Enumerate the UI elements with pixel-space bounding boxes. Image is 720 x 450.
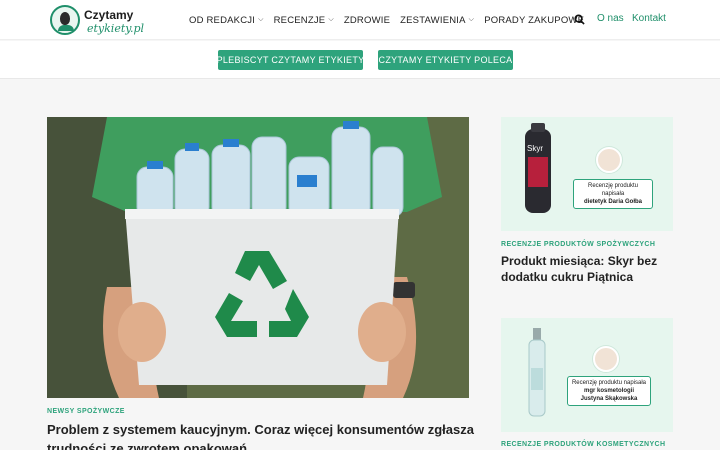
contact-link[interactable]: Kontakt [632,13,666,24]
feature-article-image[interactable] [47,117,469,398]
side-article-image-skyr[interactable]: Skyr Recenzję produktu napisała dietetyk… [501,117,673,231]
side-headline-skyr[interactable]: Produkt miesiąca: Skyr bez dodatku cukru… [501,253,676,285]
side-category[interactable]: RECENZJE PRODUKTÓW SPOŻYWCZYCH [501,241,655,248]
nav-item-porady-zakupowe[interactable]: PORADY ZAKUPOWE [484,13,584,27]
chevron-down-icon: ⌵ [468,16,475,23]
logo-title: Czytamy [84,8,134,22]
badge-line3: Justyna Skąkowska [580,396,638,402]
nav-item-label: ZDROWIE [343,14,391,26]
skyr-brand-label: Skyr [527,144,543,153]
search-icon[interactable] [574,14,585,25]
nav-item-label: RECENZJE [273,14,326,26]
badge-line1: Recenzję produktu napisała [587,183,639,197]
author-avatar [596,147,622,173]
logo-magnifier-icon [50,5,80,35]
logo-subtitle: etykiety.pl [87,22,145,35]
chevron-down-icon: ⌵ [258,16,264,23]
badge-line2: dietetyk Daria Gołba [583,199,643,205]
author-badge: Recenzję produktu napisała mgr kosmetolo… [567,376,651,406]
feature-headline[interactable]: Problem z systemem kaucyjnym. Coraz więc… [47,420,487,450]
main-nav: OD REDAKCJI ⌵ RECENZJE ⌵ ZDROWIE ZESTAWI… [189,13,584,27]
site-header: Czytamy etykiety.pl OD REDAKCJI ⌵ RECENZ… [0,0,720,40]
poleca-button[interactable]: CZYTAMY ETYKIETY POLECA [378,50,513,70]
feature-category[interactable]: NEWSY SPOŻYWCZE [47,408,125,415]
plebiscyt-button[interactable]: PLEBISCYT CZYTAMY ETYKIETY [217,50,364,70]
featured-buttons-bar: PLEBISCYT CZYTAMY ETYKIETY CZYTAMY ETYKI… [0,41,720,79]
nav-item-label: PORADY ZAKUPOWE [484,14,585,26]
side-headline-line1: Produkt miesiąca: Skyr bez [501,254,658,268]
side-article-image-cosmetic[interactable]: Recenzję produktu napisała mgr kosmetolo… [501,318,673,432]
skyr-product-photo: Skyr [501,117,673,231]
nav-item-recenzje[interactable]: RECENZJE ⌵ [274,13,334,27]
nav-item-od-redakcji[interactable]: OD REDAKCJI ⌵ [189,13,264,27]
about-link[interactable]: O nas [597,13,624,24]
feature-headline-line2: trudności ze zwrotem opakowań [47,441,248,450]
nav-item-zdrowie[interactable]: ZDROWIE [344,13,390,27]
author-badge: Recenzję produktu napisała dietetyk Dari… [573,179,653,209]
recycling-bin-photo [47,117,469,398]
feature-headline-line1: Problem z systemem kaucyjnym. Coraz więc… [47,422,474,437]
nav-item-label: OD REDAKCJI [189,14,256,26]
site-logo[interactable]: Czytamy etykiety.pl [50,5,144,37]
author-avatar [593,346,619,372]
cosmetic-product-photo [501,318,673,432]
chevron-down-icon: ⌵ [328,16,334,23]
side-headline-line2: dodatku cukru Piątnica [501,270,634,284]
badge-line1: Recenzję produktu napisała [571,380,647,386]
nav-item-label: ZESTAWIENIA [400,14,466,26]
nav-item-zestawienia[interactable]: ZESTAWIENIA ⌵ [400,13,474,27]
side-category[interactable]: RECENZJE PRODUKTÓW KOSMETYCZNYCH [501,441,665,448]
badge-line2: mgr kosmetologii [583,388,634,394]
